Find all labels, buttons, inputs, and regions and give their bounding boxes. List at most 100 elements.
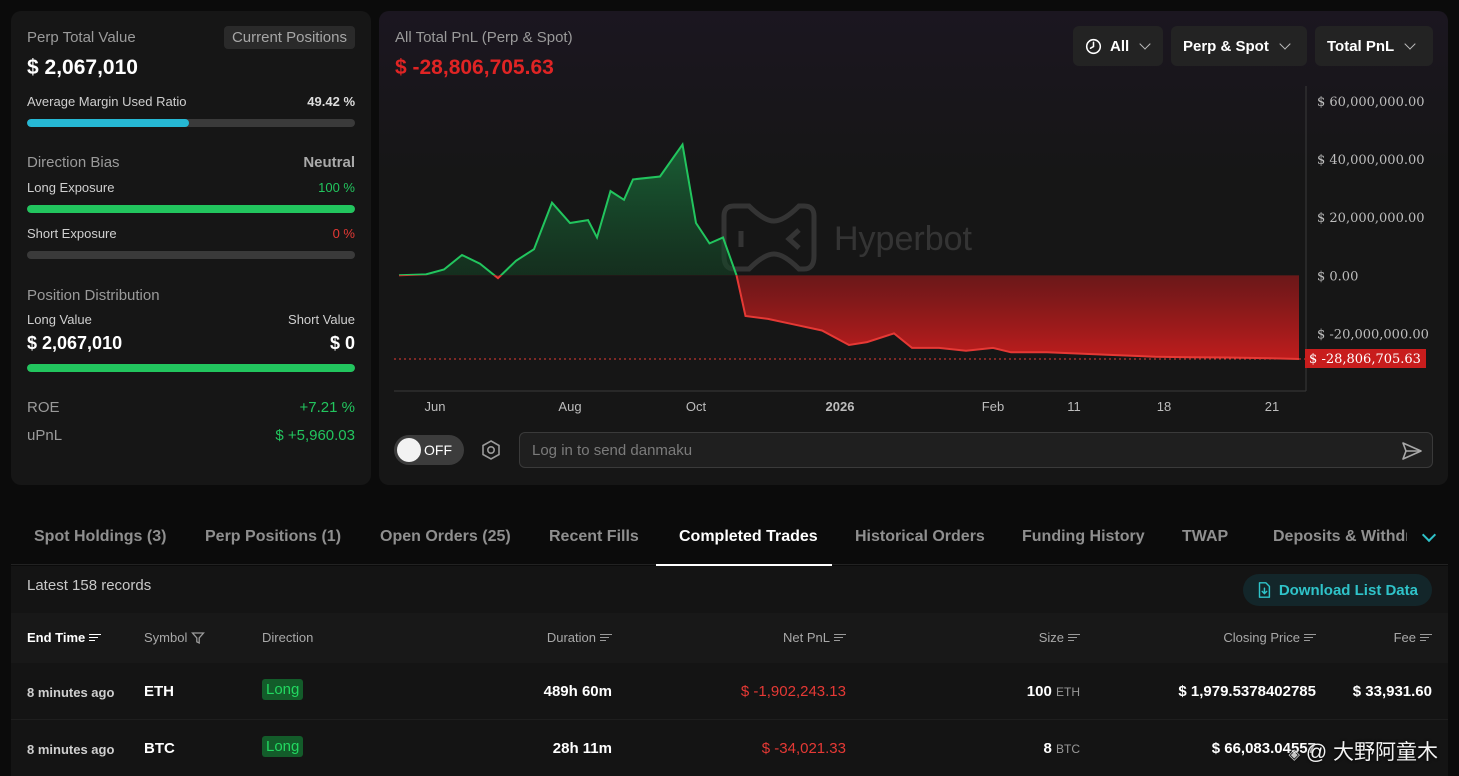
- sort-icon: [1304, 633, 1316, 642]
- cell-end-time: 8 minutes ago: [27, 685, 115, 700]
- cell-net-pnl: $ -34,021.33: [761, 740, 846, 757]
- current-value-label: $ -28,806,705.63: [1309, 352, 1421, 367]
- cell-symbol[interactable]: ETH: [144, 683, 174, 700]
- table-row[interactable]: 8 minutes ago ETH Long 489h 60m $ -1,902…: [11, 663, 1448, 720]
- roe-label: ROE: [27, 399, 60, 416]
- records-count: Latest 158 records: [27, 577, 152, 594]
- col-direction-label: Direction: [262, 630, 314, 645]
- tab-completed-trades[interactable]: Completed Trades: [679, 528, 818, 546]
- sort-icon: [834, 633, 846, 642]
- tab-spot-holdings[interactable]: Spot Holdings (3): [34, 528, 166, 546]
- tabs-more-chevron-icon[interactable]: [1421, 527, 1437, 543]
- tab-funding-history[interactable]: Funding History: [1022, 528, 1145, 546]
- long-exposure-label: Long Exposure: [27, 180, 115, 195]
- cell-size: 100 ETH: [1027, 683, 1080, 700]
- perp-total-value-label: Perp Total Value: [27, 29, 136, 46]
- cell-size-value: 100: [1026, 683, 1052, 700]
- col-end-time-label: End Time: [27, 630, 86, 645]
- x-tick-label: 2026: [826, 399, 855, 414]
- col-closing-price[interactable]: Closing Price: [1223, 630, 1316, 645]
- pnl-chart[interactable]: Hyperbot $ 60,000,000.00$ 40,000,000.00$…: [379, 11, 1448, 421]
- summary-panel: Perp Total Value Current Positions $ 2,0…: [11, 11, 371, 485]
- col-symbol[interactable]: Symbol: [144, 630, 206, 645]
- cell-fee: $ 33,931.60: [1352, 683, 1432, 700]
- position-distribution-bar: [27, 364, 355, 372]
- col-net-pnl-label: Net PnL: [783, 630, 830, 645]
- upnl-value: $ +5,960.03: [275, 427, 355, 444]
- col-end-time[interactable]: End Time: [27, 630, 102, 645]
- avg-margin-bar-fill: [27, 119, 190, 127]
- cell-end-time: 8 minutes ago: [27, 742, 115, 757]
- danmaku-toggle[interactable]: OFF: [394, 435, 464, 465]
- direction-badge: Long: [262, 679, 304, 700]
- diamond-logo-icon: ◈: [1288, 746, 1300, 763]
- tab-open-orders[interactable]: Open Orders (25): [380, 528, 511, 546]
- x-axis-ticks: Jun Aug Oct 2026 Feb 11 18 21: [425, 399, 1280, 414]
- settings-hexagon-icon[interactable]: [480, 439, 502, 461]
- sort-icon: [600, 633, 612, 642]
- current-value-tag: $ -28,806,705.63: [1305, 349, 1426, 368]
- perp-total-value: $ 2,067,010: [27, 56, 138, 79]
- x-tick-label: Feb: [982, 399, 1004, 414]
- cell-symbol[interactable]: BTC: [144, 740, 175, 757]
- x-tick-label: Jun: [425, 399, 446, 414]
- position-distribution-label: Position Distribution: [27, 287, 160, 304]
- pnl-chart-panel: All Total PnL (Perp & Spot) $ -28,806,70…: [379, 11, 1448, 485]
- col-duration[interactable]: Duration: [547, 630, 612, 645]
- cell-net-pnl: $ -1,902,243.13: [740, 683, 846, 700]
- upnl-label: uPnL: [27, 427, 63, 444]
- direction-badge: Long: [262, 736, 304, 757]
- download-list-label: Download List Data: [1278, 581, 1418, 599]
- x-tick-label: 21: [1265, 399, 1279, 414]
- avg-margin-bar: [27, 119, 355, 127]
- records-tabs: Spot Holdings (3) Perp Positions (1) Ope…: [11, 510, 1448, 566]
- watermark-credit-text: @ 大野阿童木: [1305, 741, 1438, 764]
- tab-historical-orders[interactable]: Historical Orders: [855, 528, 985, 546]
- y-tick-label: $ 60,000,000.00: [1317, 95, 1425, 110]
- short-exposure-value: 0 %: [332, 226, 355, 241]
- watermark-text: Hyperbot: [834, 220, 973, 258]
- tab-deposits-withdrawals[interactable]: Deposits & Withdra: [1273, 528, 1407, 546]
- sort-icon: [89, 633, 102, 642]
- cell-duration: 28h 11m: [552, 740, 612, 757]
- y-axis-ticks: $ 60,000,000.00 $ 40,000,000.00 $ 20,000,0…: [1317, 95, 1429, 342]
- long-exposure-bar: [27, 205, 355, 213]
- col-net-pnl[interactable]: Net PnL: [783, 630, 846, 645]
- x-tick-label: 18: [1157, 399, 1171, 414]
- cell-duration: 489h 60m: [543, 683, 612, 700]
- current-positions-badge[interactable]: Current Positions: [223, 26, 355, 49]
- col-size[interactable]: Size: [1039, 630, 1080, 645]
- y-tick-label: $ -20,000,000.00: [1317, 327, 1429, 342]
- download-list-button[interactable]: Download List Data: [1242, 574, 1432, 606]
- tab-perp-positions[interactable]: Perp Positions (1): [205, 528, 341, 546]
- watermark-credit: ◈ @ 大野阿童木: [1288, 736, 1438, 766]
- danmaku-input[interactable]: [520, 433, 1380, 467]
- cell-size-unit: ETH: [1056, 685, 1080, 699]
- tab-recent-fills[interactable]: Recent Fills: [549, 528, 639, 546]
- hyperbot-watermark: Hyperbot: [721, 203, 973, 272]
- sort-icon: [1420, 633, 1432, 642]
- short-value-label: Short Value: [288, 312, 355, 327]
- col-fee-label: Fee: [1393, 630, 1416, 645]
- tab-twap[interactable]: TWAP: [1182, 528, 1228, 546]
- avg-margin-value: 49.42 %: [307, 94, 355, 109]
- y-tick-label: $ 0.00: [1317, 269, 1358, 284]
- avg-margin-label: Average Margin Used Ratio: [27, 94, 187, 109]
- col-direction: Direction: [262, 630, 313, 645]
- direction-bias-label: Direction Bias: [27, 154, 120, 171]
- completed-trades-list: Latest 158 records Download List Data En…: [11, 566, 1448, 776]
- send-icon[interactable]: [1400, 439, 1424, 463]
- position-distribution-bar-fill: [27, 364, 355, 372]
- col-fee[interactable]: Fee: [1394, 630, 1432, 645]
- col-closing-price-label: Closing Price: [1223, 630, 1300, 645]
- long-exposure-value: 100 %: [318, 180, 355, 195]
- short-exposure-label: Short Exposure: [27, 226, 117, 241]
- cell-size-unit: BTC: [1056, 742, 1080, 756]
- toggle-label: OFF: [424, 442, 452, 458]
- col-size-label: Size: [1038, 630, 1064, 645]
- long-value-label: Long Value: [27, 312, 92, 327]
- roe-value: +7.21 %: [299, 399, 355, 416]
- download-icon: [1258, 582, 1270, 598]
- x-tick-label: Oct: [686, 399, 707, 414]
- table-row[interactable]: 8 minutes ago BTC Long 28h 11m $ -34,021…: [11, 720, 1448, 776]
